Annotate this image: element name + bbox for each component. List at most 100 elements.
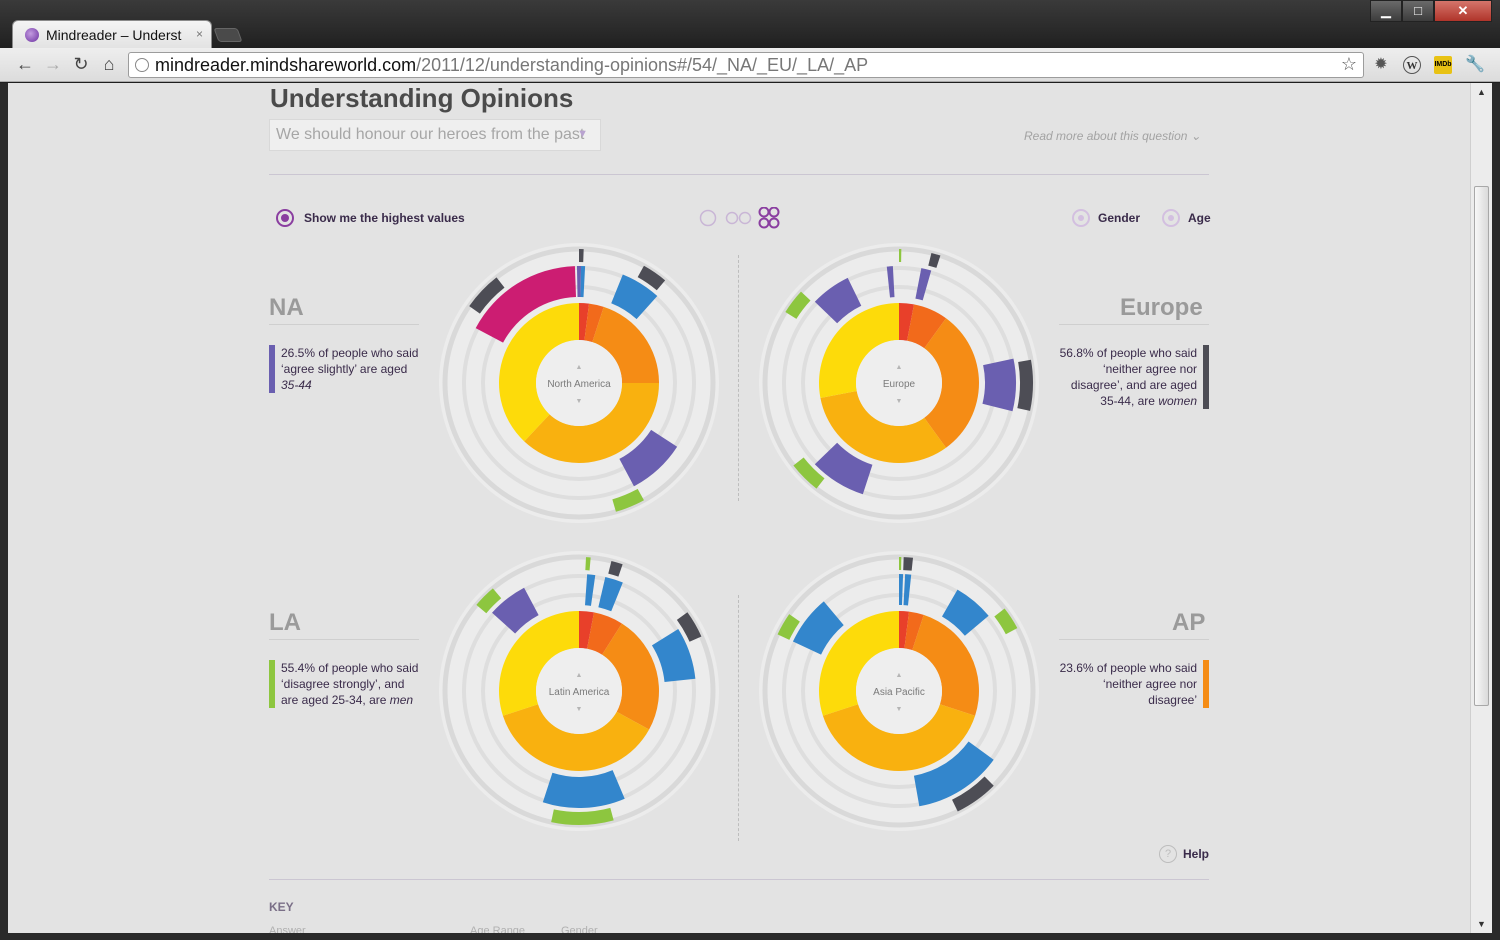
gender-toggle-icon[interactable]	[1072, 209, 1090, 227]
answer-segment[interactable]	[907, 304, 947, 349]
gender-segment[interactable]	[676, 612, 702, 642]
answer-segment[interactable]	[819, 611, 899, 716]
answer-segment[interactable]	[924, 318, 980, 448]
age-segment[interactable]	[611, 274, 658, 320]
gender-segment[interactable]	[637, 265, 666, 291]
answer-segment[interactable]	[602, 623, 660, 730]
answer-segment[interactable]	[912, 614, 979, 716]
gender-segment[interactable]	[579, 249, 584, 263]
scroll-up-arrow-icon[interactable]: ▲	[1477, 87, 1486, 97]
age-segment[interactable]	[651, 628, 696, 683]
address-bar[interactable]: mindreader.mindshareworld.com/2011/12/un…	[128, 52, 1364, 78]
answer-segment[interactable]	[579, 303, 590, 341]
center-up-arrow-icon[interactable]: ▲	[576, 672, 583, 679]
gender-segment[interactable]	[777, 614, 800, 640]
answer-segment[interactable]	[904, 611, 924, 651]
gender-segment[interactable]	[928, 252, 941, 268]
gender-segment[interactable]	[994, 608, 1018, 635]
gender-segment[interactable]	[469, 277, 505, 314]
scrollbar-thumb[interactable]	[1474, 186, 1489, 706]
gender-segment[interactable]	[476, 588, 502, 614]
question-dropdown[interactable]: We should honour our heroes from the pas…	[269, 119, 601, 151]
compare-view-icon[interactable]	[725, 211, 752, 225]
bookmark-star-icon[interactable]: ☆	[1341, 54, 1357, 75]
gender-segment[interactable]	[1017, 359, 1033, 411]
age-segment[interactable]	[915, 268, 932, 301]
read-more-link[interactable]: Read more about this question ⌄	[1024, 129, 1201, 143]
center-down-arrow-icon[interactable]: ▼	[896, 398, 903, 405]
answer-segment[interactable]	[587, 612, 622, 655]
center-up-arrow-icon[interactable]: ▲	[896, 672, 903, 679]
home-icon[interactable]: ⌂	[98, 54, 120, 75]
age-segment[interactable]	[792, 601, 844, 655]
answer-segment[interactable]	[899, 303, 914, 341]
page-info-icon[interactable]	[135, 58, 149, 72]
scroll-down-arrow-icon[interactable]: ▼	[1477, 919, 1486, 929]
single-view-icon[interactable]	[699, 209, 717, 227]
age-segment[interactable]	[913, 741, 994, 807]
gender-toggle[interactable]: Gender	[1098, 211, 1140, 225]
age-segment[interactable]	[619, 429, 678, 487]
age-segment[interactable]	[982, 358, 1017, 412]
gender-segment[interactable]	[952, 776, 994, 812]
age-segment[interactable]	[814, 277, 862, 324]
gender-segment[interactable]	[793, 457, 825, 489]
center-up-arrow-icon[interactable]: ▲	[576, 364, 583, 371]
answer-segment[interactable]	[592, 306, 659, 383]
back-arrow-icon[interactable]: ←	[14, 54, 36, 75]
grid-view-icon[interactable]	[758, 207, 780, 229]
answer-segment[interactable]	[822, 704, 976, 772]
center-down-arrow-icon[interactable]: ▼	[576, 706, 583, 713]
vertical-scrollbar[interactable]: ▲ ▼	[1470, 83, 1492, 933]
gender-segment[interactable]	[899, 249, 902, 263]
gender-segment[interactable]	[785, 291, 811, 319]
wrench-menu-icon[interactable]: 🔧	[1465, 56, 1485, 74]
age-segment[interactable]	[886, 266, 895, 298]
answer-segment[interactable]	[502, 704, 650, 772]
browser-tab[interactable]: Mindreader – Underst ×	[12, 20, 212, 48]
age-segment[interactable]	[899, 574, 904, 606]
extension-gear-icon[interactable]: ✹	[1372, 56, 1390, 74]
wikipedia-extension-icon[interactable]: W	[1403, 56, 1421, 74]
tab-close-icon[interactable]: ×	[196, 27, 203, 41]
close-window-button[interactable]: ✕	[1434, 0, 1492, 22]
answer-segment[interactable]	[579, 611, 594, 649]
maximize-button[interactable]: □	[1402, 0, 1434, 22]
age-segment[interactable]	[598, 576, 623, 612]
gender-segment[interactable]	[899, 557, 902, 571]
center-up-arrow-icon[interactable]: ▲	[896, 364, 903, 371]
age-toggle-icon[interactable]	[1162, 209, 1181, 227]
help-button[interactable]: ? Help	[1159, 845, 1209, 863]
answer-segment[interactable]	[498, 611, 579, 716]
age-segment[interactable]	[584, 574, 596, 606]
age-segment[interactable]	[576, 266, 582, 298]
age-segment[interactable]	[542, 770, 625, 808]
age-segment[interactable]	[903, 574, 912, 606]
gender-segment[interactable]	[612, 488, 644, 512]
answer-segment[interactable]	[524, 383, 659, 464]
age-segment[interactable]	[942, 589, 989, 636]
gender-segment[interactable]	[608, 560, 623, 577]
answer-segment[interactable]	[820, 391, 947, 464]
age-segment[interactable]	[475, 266, 576, 343]
age-segment[interactable]	[492, 587, 539, 634]
age-segment[interactable]	[814, 442, 873, 495]
answer-segment[interactable]	[819, 303, 899, 398]
answer-segment[interactable]	[499, 303, 579, 442]
age-segment[interactable]	[580, 266, 586, 298]
minimize-button[interactable]: ▁	[1370, 0, 1402, 22]
new-tab-button[interactable]	[213, 28, 243, 42]
highest-values-toggle[interactable]: Show me the highest values	[276, 209, 465, 227]
age-toggle[interactable]: Age	[1188, 211, 1211, 225]
gender-segment[interactable]	[585, 557, 591, 571]
answer-segment[interactable]	[584, 303, 604, 343]
imdb-extension-icon[interactable]: IMDb	[1434, 56, 1452, 74]
center-down-arrow-icon[interactable]: ▼	[896, 706, 903, 713]
donut-background	[439, 243, 719, 523]
answer-segment[interactable]	[899, 611, 910, 649]
reload-icon[interactable]: ↻	[70, 54, 92, 75]
gender-segment[interactable]	[551, 807, 614, 825]
center-down-arrow-icon[interactable]: ▼	[576, 398, 583, 405]
gender-segment[interactable]	[903, 557, 914, 571]
forward-arrow-icon[interactable]: →	[42, 54, 64, 75]
